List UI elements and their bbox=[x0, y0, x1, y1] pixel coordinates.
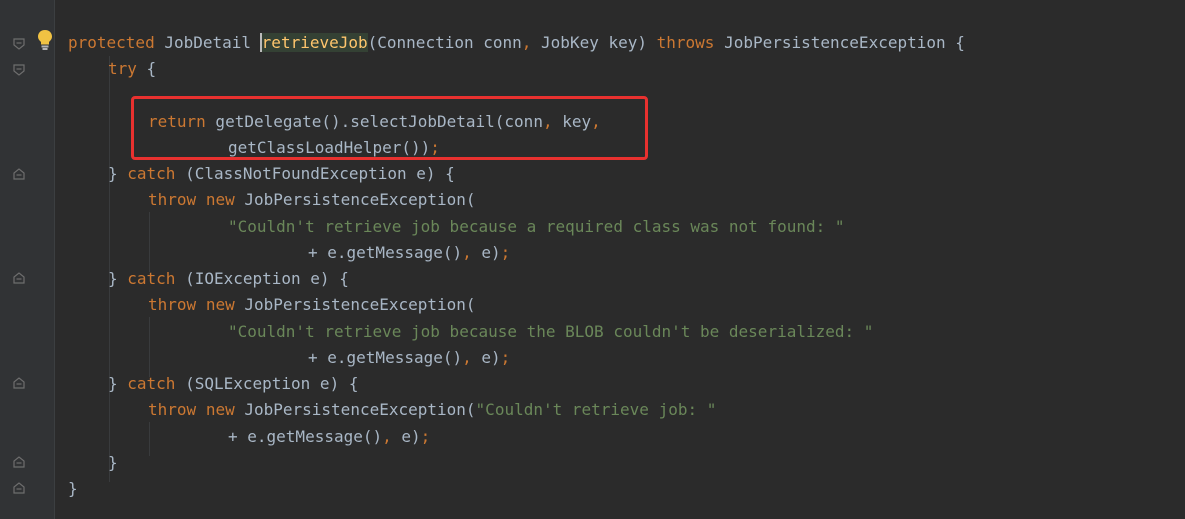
code-line: } catch (IOException e) { bbox=[108, 269, 349, 288]
fold-marker-icon[interactable] bbox=[12, 481, 26, 495]
fold-marker-icon[interactable] bbox=[12, 376, 26, 390]
indent-guide bbox=[149, 422, 150, 456]
code-line: + e.getMessage(), e); bbox=[228, 427, 431, 446]
fold-marker-icon[interactable] bbox=[12, 455, 26, 469]
code-line: } catch (SQLException e) { bbox=[108, 374, 359, 393]
gutter-separator bbox=[54, 0, 55, 519]
code-line: throw new JobPersistenceException( bbox=[148, 190, 476, 209]
fold-marker-icon[interactable] bbox=[12, 63, 26, 77]
code-line: } bbox=[68, 479, 78, 498]
annotation-highlight-box bbox=[131, 96, 648, 160]
code-line: } bbox=[108, 453, 118, 472]
code-line: + e.getMessage(), e); bbox=[308, 348, 511, 367]
fold-marker-icon[interactable] bbox=[12, 271, 26, 285]
fold-marker-icon[interactable] bbox=[12, 167, 26, 181]
fold-marker-icon[interactable] bbox=[12, 37, 26, 51]
indent-guide bbox=[149, 212, 150, 272]
code-line: "Couldn't retrieve job because the BLOB … bbox=[228, 322, 874, 341]
code-line: + e.getMessage(), e); bbox=[308, 243, 511, 262]
code-line: protected JobDetail retrieveJob(Connecti… bbox=[68, 33, 965, 52]
editor-gutter bbox=[0, 0, 54, 519]
code-line: throw new JobPersistenceException("Could… bbox=[148, 400, 717, 419]
code-line: throw new JobPersistenceException( bbox=[148, 295, 476, 314]
code-line: } catch (ClassNotFoundException e) { bbox=[108, 164, 455, 183]
code-line: "Couldn't retrieve job because a require… bbox=[228, 217, 845, 236]
code-line: try { bbox=[108, 59, 157, 78]
lightbulb-icon[interactable] bbox=[36, 29, 54, 51]
indent-guide bbox=[149, 317, 150, 377]
